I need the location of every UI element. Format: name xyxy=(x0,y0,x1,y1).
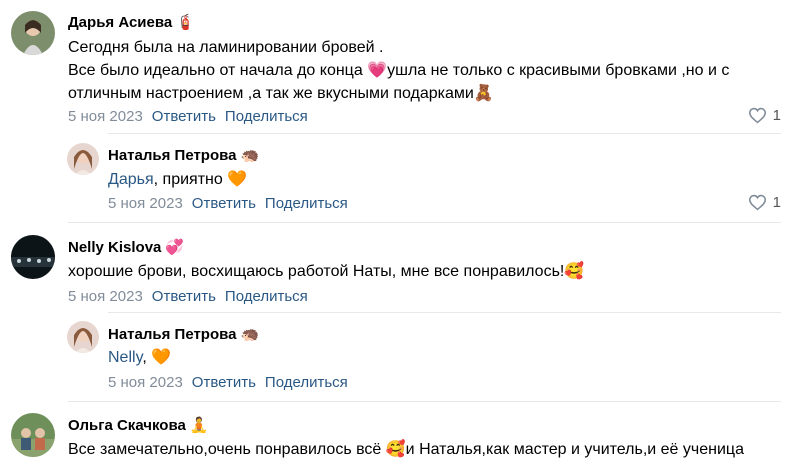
share-button[interactable]: Поделиться xyxy=(265,374,348,391)
comment-text-line: Все было идеально от начала до конца 💗уш… xyxy=(68,62,730,79)
comment-author[interactable]: Nelly Kislova 💞 xyxy=(68,238,184,256)
like-count: 1 xyxy=(772,194,781,211)
comment-date[interactable]: 5 ноя 2023 xyxy=(68,288,143,305)
divider xyxy=(108,312,781,313)
reply-text: , приятно 🧡 xyxy=(153,171,248,188)
comment-date[interactable]: 5 ноя 2023 xyxy=(108,374,183,391)
status-badge: 🧘 xyxy=(189,417,209,434)
reply-button[interactable]: Ответить xyxy=(192,195,256,212)
author-name[interactable]: Наталья Петрова xyxy=(108,326,237,343)
author-name[interactable]: Nelly Kislova xyxy=(68,239,161,256)
heart-icon xyxy=(748,194,767,211)
comment-meta: 5 ноя 2023 Ответить Поделиться xyxy=(68,108,308,125)
comment-author[interactable]: Ольга Скачкова 🧘 xyxy=(68,416,209,434)
comment-text-line: Сегодня была на ламинировании бровей . xyxy=(68,39,384,56)
divider xyxy=(68,222,781,223)
comment-author[interactable]: Наталья Петрова 🦔 xyxy=(108,146,259,164)
status-badge: 🧯 xyxy=(176,14,195,31)
comment-author[interactable]: Дарья Асиева 🧯 xyxy=(68,13,195,31)
reply-button[interactable]: Ответить xyxy=(152,288,216,305)
avatar[interactable] xyxy=(11,235,55,279)
comment-text-line: Все замечательно,очень понравилось всё 🥰… xyxy=(68,441,744,458)
comment-author[interactable]: Наталья Петрова 🦔 xyxy=(108,325,259,343)
comment-date[interactable]: 5 ноя 2023 xyxy=(68,108,143,125)
like-button[interactable]: 1 xyxy=(748,194,781,211)
avatar[interactable] xyxy=(67,321,99,353)
reply-button[interactable]: Ответить xyxy=(192,374,256,391)
comment-text: Nelly, 🧡 xyxy=(108,346,171,369)
comment-text: Сегодня была на ламинировании бровей . В… xyxy=(68,36,788,105)
comment-text: Дарья, приятно 🧡 xyxy=(108,168,247,191)
comment-text: хорошие брови, восхищаюсь работой Наты, … xyxy=(68,260,788,283)
avatar[interactable] xyxy=(11,413,55,457)
status-badge: 🦔 xyxy=(240,147,260,164)
share-button[interactable]: Поделиться xyxy=(225,288,308,305)
like-button[interactable]: 1 xyxy=(748,107,781,124)
share-button[interactable]: Поделиться xyxy=(225,108,308,125)
like-count: 1 xyxy=(772,107,781,124)
comment-text-line: хорошие брови, восхищаюсь работой Наты, … xyxy=(68,263,585,280)
comment-meta: 5 ноя 2023 Ответить Поделиться xyxy=(68,288,308,305)
avatar[interactable] xyxy=(11,11,55,55)
author-name[interactable]: Ольга Скачкова xyxy=(68,417,186,434)
comment-meta: 5 ноя 2023 Ответить Поделиться xyxy=(108,374,348,391)
divider xyxy=(68,401,781,402)
divider xyxy=(108,133,781,134)
share-button[interactable]: Поделиться xyxy=(265,195,348,212)
avatar[interactable] xyxy=(67,143,99,175)
heart-icon xyxy=(748,107,767,124)
mention-link[interactable]: Nelly xyxy=(108,349,142,366)
comment-text: Все замечательно,очень понравилось всё 🥰… xyxy=(68,438,788,461)
mention-link[interactable]: Дарья xyxy=(108,171,154,188)
comment-meta: 5 ноя 2023 Ответить Поделиться xyxy=(108,195,348,212)
author-name[interactable]: Дарья Асиева xyxy=(68,14,172,31)
author-name[interactable]: Наталья Петрова xyxy=(108,147,237,164)
status-badge: 🦔 xyxy=(240,326,260,343)
status-badge: 💞 xyxy=(165,239,185,256)
comment-date[interactable]: 5 ноя 2023 xyxy=(108,195,183,212)
reply-text: , 🧡 xyxy=(142,349,172,366)
reply-button[interactable]: Ответить xyxy=(152,108,216,125)
comment-text-line: отличным настроением ,а так же вкусными … xyxy=(68,85,494,102)
